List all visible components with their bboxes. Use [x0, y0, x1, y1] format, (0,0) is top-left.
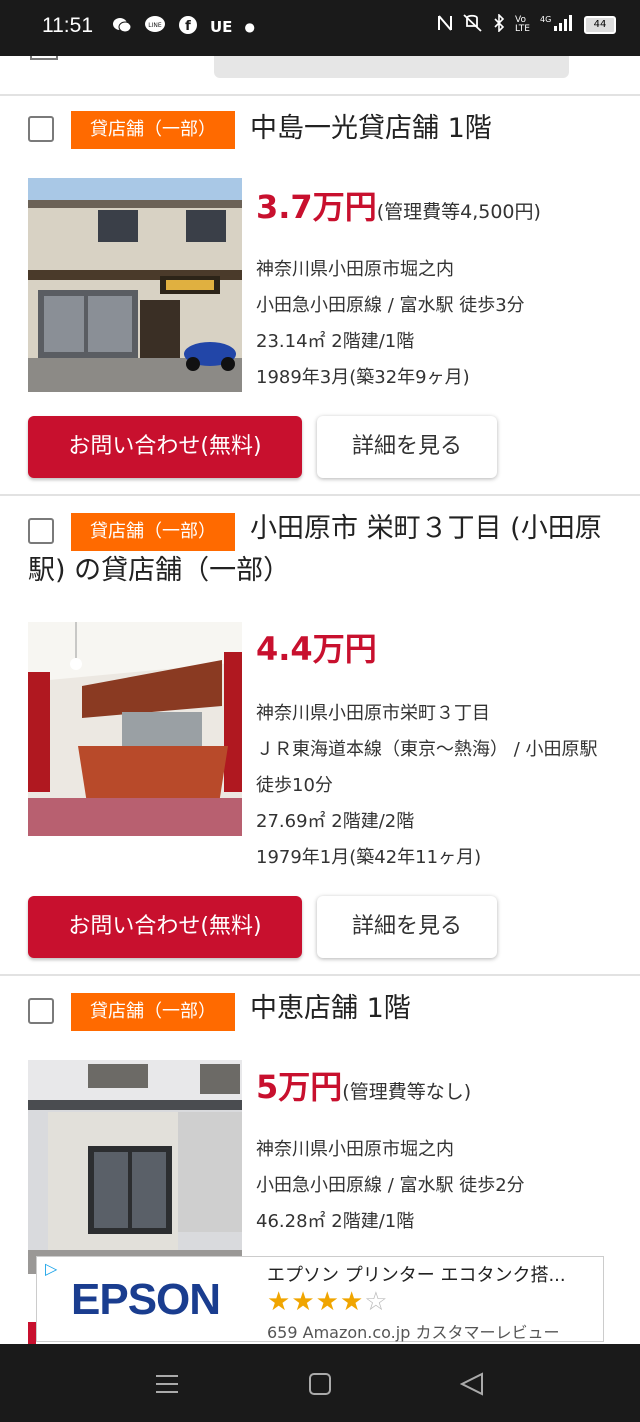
ad-brand-logo: EPSON	[71, 1275, 221, 1324]
signal-icon: 4G	[540, 14, 574, 36]
listing-scroll-area[interactable]: 貸店舗（一部） 中島一光貸店舗 1階 3.7万円(管理費等4,500円) 神奈川…	[0, 56, 640, 1344]
access: 小田急小田原線 / 富水駅 徒歩3分	[256, 295, 525, 316]
property-photo[interactable]	[28, 1060, 242, 1274]
listing-title[interactable]: 小田原市 栄町３丁目 (小田原駅) の貸店舗（一部）	[28, 508, 616, 592]
price: 3.7万円(管理費等4,500円)	[256, 182, 541, 228]
price: 5万円(管理費等なし)	[256, 1062, 471, 1108]
android-nav-bar	[0, 1344, 640, 1422]
dot-icon: ●	[244, 20, 255, 34]
facebook-icon: f	[178, 15, 198, 39]
checkbox-fragment	[30, 56, 58, 60]
management-fee: (管理費等4,500円)	[376, 201, 541, 223]
back-icon[interactable]	[459, 1372, 484, 1402]
address: 神奈川県小田原市堀之内	[256, 1139, 454, 1160]
contact-button[interactable]: お問い合わせ(無料)	[28, 896, 302, 958]
property-info: 神奈川県小田原市堀之内 小田急小田原線 / 富水駅 徒歩2分 46.28㎡ 2階…	[256, 1132, 610, 1240]
floor-area: 27.69㎡ 2階建/2階	[256, 811, 415, 832]
built-date: 1989年3月(築32年9ヶ月)	[256, 367, 470, 388]
built-date: 1979年1月(築42年11ヶ月)	[256, 847, 482, 868]
address: 神奈川県小田原市栄町３丁目	[256, 703, 490, 724]
rent: 5万円	[256, 1068, 343, 1106]
contact-button[interactable]: お問い合わせ(無料)	[28, 416, 302, 478]
listing-title[interactable]: 中島一光貸店舗 1階	[28, 108, 616, 150]
ue-icon: UE	[210, 18, 233, 36]
ad-banner[interactable]: ▷ EPSON エプソン プリンター エコタンク搭... ★★★★☆ 659 A…	[36, 1256, 604, 1342]
bluetooth-icon	[493, 13, 505, 36]
rent: 3.7万円	[256, 188, 377, 226]
property-info: 神奈川県小田原市堀之内 小田急小田原線 / 富水駅 徒歩3分 23.14㎡ 2階…	[256, 252, 610, 396]
clock: 11:51	[42, 14, 93, 37]
star-icon: ★	[315, 1287, 340, 1317]
ad-choices-icon[interactable]: ▷	[45, 1259, 57, 1278]
ad-title[interactable]: エプソン プリンター エコタンク搭...	[267, 1261, 597, 1287]
svg-text:4G: 4G	[540, 15, 551, 24]
property-info: 神奈川県小田原市栄町３丁目 ＪＲ東海道本線（東京～熱海） / 小田原駅 徒歩10…	[256, 696, 610, 876]
star-icon: ★	[291, 1287, 316, 1317]
address: 神奈川県小田原市堀之内	[256, 259, 454, 280]
svg-text:LINE: LINE	[148, 22, 162, 29]
contact-button-partial[interactable]	[28, 1322, 36, 1344]
system-icons: Vo LTE 4G 44	[437, 13, 616, 36]
detail-button[interactable]: 詳細を見る	[317, 896, 497, 958]
rating-stars: ★★★★☆	[267, 1287, 389, 1317]
star-icon: ★	[267, 1287, 292, 1317]
access: ＪＲ東海道本線（東京～熱海） / 小田原駅 徒歩10分	[256, 739, 598, 796]
ad-review-count: 659 Amazon.co.jp カスタマーレビュー	[267, 1323, 560, 1342]
battery-icon: 44	[584, 16, 616, 34]
mute-icon	[463, 14, 483, 36]
listing-card: 貸店舗（一部） 中島一光貸店舗 1階 3.7万円(管理費等4,500円) 神奈川…	[0, 96, 640, 496]
wechat-icon	[112, 16, 132, 38]
grey-bar-fragment	[214, 56, 569, 78]
rent: 4.4万円	[256, 630, 377, 668]
star-icon: ★	[339, 1287, 365, 1317]
status-bar: 11:51 LINE f UE ● Vo LTE 4G 44	[0, 0, 640, 56]
volte-icon: Vo LTE	[515, 15, 530, 34]
line-icon: LINE	[144, 15, 166, 39]
property-photo[interactable]	[28, 622, 242, 836]
shop-front-photo	[28, 1060, 242, 1274]
property-photo[interactable]	[28, 178, 242, 392]
management-fee: (管理費等なし)	[342, 1081, 472, 1103]
detail-button[interactable]: 詳細を見る	[317, 416, 497, 478]
svg-text:f: f	[185, 19, 191, 34]
price: 4.4万円	[256, 624, 377, 670]
floor-area: 23.14㎡ 2階建/1階	[256, 331, 415, 352]
bar-interior-photo	[28, 622, 242, 836]
access: 小田急小田原線 / 富水駅 徒歩2分	[256, 1175, 525, 1196]
listing-title[interactable]: 中恵店舗 1階	[28, 988, 616, 1030]
listing-card: 貸店舗（一部） 小田原市 栄町３丁目 (小田原駅) の貸店舗（一部） 4.4万円…	[0, 496, 640, 976]
star-empty-icon: ☆	[364, 1287, 389, 1317]
menu-icon[interactable]	[154, 1372, 180, 1402]
two-storey-shop-photo	[28, 178, 242, 392]
floor-area: 46.28㎡ 2階建/1階	[256, 1211, 415, 1232]
notification-icons: LINE f UE ●	[112, 15, 255, 39]
home-icon[interactable]	[308, 1372, 332, 1402]
nfc-icon	[437, 14, 453, 36]
previous-card-remnant	[0, 56, 640, 96]
